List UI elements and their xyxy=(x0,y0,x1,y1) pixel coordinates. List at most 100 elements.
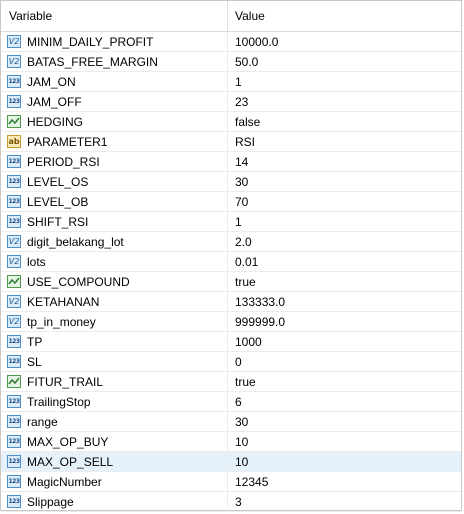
table-row[interactable]: 123 LEVEL_OS 30 xyxy=(1,172,461,192)
grid-rows: V2 MINIM_DAILY_PROFIT 10000.0 V2 BATAS_FREE_… xyxy=(1,32,461,512)
variable-name: Slippage xyxy=(27,494,74,509)
table-row[interactable]: 123 TP 1000 xyxy=(1,332,461,352)
integer-icon: 123 xyxy=(7,435,21,448)
variable-name: JAM_ON xyxy=(27,74,76,89)
variable-cell[interactable]: V2 tp_in_money xyxy=(1,312,228,331)
variable-cell[interactable]: 123 SHIFT_RSI xyxy=(1,212,228,231)
column-header-variable-label: Variable xyxy=(9,9,53,23)
variable-cell[interactable]: 123 SL xyxy=(1,352,228,371)
value-cell[interactable]: 1 xyxy=(228,212,461,231)
table-row[interactable]: USE_COMPOUND true xyxy=(1,272,461,292)
value-cell[interactable]: 133333.0 xyxy=(228,292,461,311)
integer-icon: 123 xyxy=(7,95,21,108)
variable-cell[interactable]: USE_COMPOUND xyxy=(1,272,228,291)
table-row[interactable]: 123 JAM_OFF 23 xyxy=(1,92,461,112)
value-cell[interactable]: 999999.0 xyxy=(228,312,461,331)
value-cell[interactable]: 12345 xyxy=(228,472,461,491)
variable-cell[interactable]: 123 MAX_OP_BUY xyxy=(1,432,228,451)
variable-value: false xyxy=(235,114,261,129)
table-row[interactable]: 123 SL 0 xyxy=(1,352,461,372)
boolean-icon xyxy=(7,115,21,128)
table-row[interactable]: ab PARAMETER1 RSI xyxy=(1,132,461,152)
variable-cell[interactable]: 123 MAX_OP_SELL xyxy=(1,452,228,471)
variable-cell[interactable]: FITUR_TRAIL xyxy=(1,372,228,391)
variable-name: digit_belakang_lot xyxy=(27,234,124,249)
double-icon: V2 xyxy=(7,255,21,268)
table-row[interactable]: FITUR_TRAIL true xyxy=(1,372,461,392)
boolean-icon xyxy=(7,375,21,388)
column-header-value-label: Value xyxy=(235,9,265,23)
table-row[interactable]: V2 KETAHANAN 133333.0 xyxy=(1,292,461,312)
table-row[interactable]: V2 lots 0.01 xyxy=(1,252,461,272)
table-row[interactable]: HEDGING false xyxy=(1,112,461,132)
value-cell[interactable]: RSI xyxy=(228,132,461,151)
variable-cell[interactable]: V2 KETAHANAN xyxy=(1,292,228,311)
variable-cell[interactable]: 123 TrailingStop xyxy=(1,392,228,411)
value-cell[interactable]: true xyxy=(228,272,461,291)
value-cell[interactable]: 30 xyxy=(228,412,461,431)
value-cell[interactable]: 0 xyxy=(228,352,461,371)
value-cell[interactable]: 10 xyxy=(228,432,461,451)
variable-name: JAM_OFF xyxy=(27,94,82,109)
value-cell[interactable]: false xyxy=(228,112,461,131)
value-cell[interactable]: 6 xyxy=(228,392,461,411)
table-row[interactable]: 123 Slippage 3 xyxy=(1,492,461,512)
value-cell[interactable]: 50.0 xyxy=(228,52,461,71)
table-row[interactable]: 123 TrailingStop 6 xyxy=(1,392,461,412)
table-row[interactable]: 123 range 30 xyxy=(1,412,461,432)
variable-cell[interactable]: 123 Slippage xyxy=(1,492,228,511)
table-row[interactable]: V2 MINIM_DAILY_PROFIT 10000.0 xyxy=(1,32,461,52)
variable-cell[interactable]: HEDGING xyxy=(1,112,228,131)
variable-value: 12345 xyxy=(235,474,269,489)
variable-name: range xyxy=(27,414,58,429)
table-row[interactable]: 123 MAX_OP_SELL 10 xyxy=(1,452,461,472)
variable-cell[interactable]: 123 range xyxy=(1,412,228,431)
value-cell[interactable]: true xyxy=(228,372,461,391)
variable-value: 70 xyxy=(235,194,249,209)
value-cell[interactable]: 2.0 xyxy=(228,232,461,251)
variable-cell[interactable]: 123 LEVEL_OS xyxy=(1,172,228,191)
variable-cell[interactable]: V2 BATAS_FREE_MARGIN xyxy=(1,52,228,71)
integer-icon: 123 xyxy=(7,455,21,468)
column-header-variable[interactable]: Variable xyxy=(1,1,228,31)
value-cell[interactable]: 1 xyxy=(228,72,461,91)
value-cell[interactable]: 70 xyxy=(228,192,461,211)
variable-cell[interactable]: 123 PERIOD_RSI xyxy=(1,152,228,171)
value-cell[interactable]: 30 xyxy=(228,172,461,191)
table-row[interactable]: V2 digit_belakang_lot 2.0 xyxy=(1,232,461,252)
table-row[interactable]: V2 tp_in_money 999999.0 xyxy=(1,312,461,332)
variable-cell[interactable]: V2 digit_belakang_lot xyxy=(1,232,228,251)
value-cell[interactable]: 1000 xyxy=(228,332,461,351)
table-row[interactable]: V2 BATAS_FREE_MARGIN 50.0 xyxy=(1,52,461,72)
table-row[interactable]: 123 JAM_ON 1 xyxy=(1,72,461,92)
variable-cell[interactable]: 123 MagicNumber xyxy=(1,472,228,491)
variable-value: 1 xyxy=(235,74,242,89)
integer-icon: 123 xyxy=(7,175,21,188)
value-cell[interactable]: 10000.0 xyxy=(228,32,461,51)
table-row[interactable]: 123 SHIFT_RSI 1 xyxy=(1,212,461,232)
variable-value: 30 xyxy=(235,174,249,189)
variable-name: USE_COMPOUND xyxy=(27,274,130,289)
variable-name: MagicNumber xyxy=(27,474,102,489)
variable-cell[interactable]: V2 MINIM_DAILY_PROFIT xyxy=(1,32,228,51)
table-row[interactable]: 123 MagicNumber 12345 xyxy=(1,472,461,492)
variable-cell[interactable]: 123 TP xyxy=(1,332,228,351)
table-row[interactable]: 123 PERIOD_RSI 14 xyxy=(1,152,461,172)
variable-name: MINIM_DAILY_PROFIT xyxy=(27,34,154,49)
value-cell[interactable]: 10 xyxy=(228,452,461,471)
table-row[interactable]: 123 MAX_OP_BUY 10 xyxy=(1,432,461,452)
inputs-grid: Variable Value V2 MINIM_DAILY_PROFIT 10000… xyxy=(0,0,462,512)
variable-name: SHIFT_RSI xyxy=(27,214,89,229)
value-cell[interactable]: 3 xyxy=(228,492,461,511)
variable-cell[interactable]: ab PARAMETER1 xyxy=(1,132,228,151)
variable-cell[interactable]: 123 LEVEL_OB xyxy=(1,192,228,211)
value-cell[interactable]: 0.01 xyxy=(228,252,461,271)
value-cell[interactable]: 23 xyxy=(228,92,461,111)
variable-cell[interactable]: V2 lots xyxy=(1,252,228,271)
variable-name: LEVEL_OS xyxy=(27,174,89,189)
column-header-value[interactable]: Value xyxy=(228,1,461,31)
table-row[interactable]: 123 LEVEL_OB 70 xyxy=(1,192,461,212)
variable-cell[interactable]: 123 JAM_OFF xyxy=(1,92,228,111)
value-cell[interactable]: 14 xyxy=(228,152,461,171)
variable-cell[interactable]: 123 JAM_ON xyxy=(1,72,228,91)
